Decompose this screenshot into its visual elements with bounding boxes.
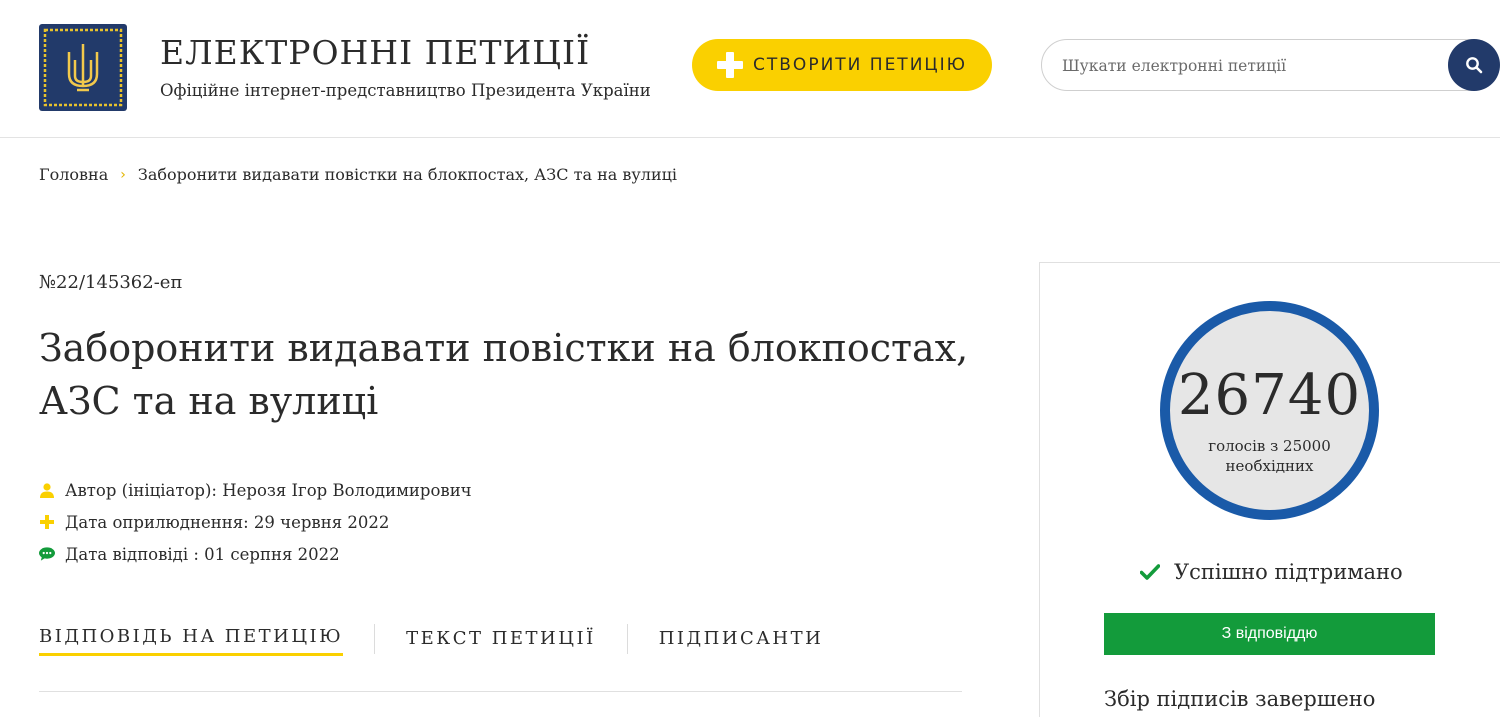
meta-published: Дата оприлюднення: 29 червня 2022	[39, 506, 472, 538]
status-text: Успішно підтримано	[1174, 560, 1403, 584]
vote-count: 26740	[1177, 363, 1362, 428]
petition-number: №22/145362-еп	[39, 272, 183, 293]
petition-tabs: ВІДПОВІДЬ НА ПЕТИЦІЮ ТЕКСТ ПЕТИЦІЇ ПІДПИ…	[39, 624, 824, 656]
plus-icon	[717, 52, 744, 78]
vote-counter-circle: 26740 голосів з 25000 необхідних	[1160, 301, 1379, 520]
tab-divider	[374, 624, 376, 654]
search-input[interactable]	[1062, 53, 1442, 79]
vote-requirement: голосів з 25000 необхідних	[1208, 437, 1331, 475]
tab-divider	[626, 624, 628, 654]
checkmark-icon	[1140, 564, 1160, 580]
user-icon	[39, 482, 55, 498]
breadcrumb: Головна › Заборонити видавати повістки н…	[39, 165, 677, 184]
petition-meta: Автор (ініціатор): Нерозя Ігор Володимир…	[39, 474, 472, 570]
create-petition-button[interactable]: СТВОРИТИ ПЕТИЦІЮ	[692, 39, 992, 91]
site-header: ЕЛЕКТРОННІ ПЕТИЦІЇ Офіційне інтернет-пре…	[0, 0, 1500, 138]
status-badge: Успішно підтримано	[1140, 560, 1403, 584]
answered-button[interactable]: З відповіддю	[1104, 613, 1435, 655]
meta-author-text: Автор (ініціатор): Нерозя Ігор Володимир…	[65, 480, 472, 500]
chat-bubble-icon	[39, 546, 55, 562]
tab-signers[interactable]: ПІДПИСАНТИ	[659, 628, 824, 655]
collection-status: Збір підписів завершено	[1104, 687, 1376, 711]
meta-answer-date: Дата відповіді : 01 серпня 2022	[39, 538, 472, 570]
site-title[interactable]: ЕЛЕКТРОННІ ПЕТИЦІЇ	[160, 33, 590, 72]
trident-coat-of-arms-icon[interactable]	[39, 24, 127, 111]
meta-author: Автор (ініціатор): Нерозя Ігор Володимир…	[39, 474, 472, 506]
search-box	[1041, 39, 1499, 91]
vote-panel: 26740 голосів з 25000 необхідних Успішно…	[1039, 262, 1500, 717]
meta-answer-date-text: Дата відповіді : 01 серпня 2022	[65, 544, 340, 564]
create-petition-label: СТВОРИТИ ПЕТИЦІЮ	[753, 55, 967, 75]
search-button[interactable]	[1448, 39, 1500, 91]
page-title: Заборонити видавати повістки на блокпост…	[39, 326, 969, 423]
search-icon	[1466, 57, 1483, 74]
content-divider	[39, 691, 962, 692]
meta-published-text: Дата оприлюднення: 29 червня 2022	[65, 512, 390, 532]
chevron-right-icon: ›	[120, 166, 126, 183]
tab-petition-text[interactable]: ТЕКСТ ПЕТИЦІЇ	[406, 628, 596, 655]
breadcrumb-current: Заборонити видавати повістки на блокпост…	[137, 165, 678, 184]
tab-answer[interactable]: ВІДПОВІДЬ НА ПЕТИЦІЮ	[39, 626, 344, 656]
breadcrumb-home[interactable]: Головна	[39, 165, 108, 184]
plus-icon	[39, 514, 55, 530]
site-subtitle: Офіційне інтернет-представництво Президе…	[160, 81, 651, 100]
